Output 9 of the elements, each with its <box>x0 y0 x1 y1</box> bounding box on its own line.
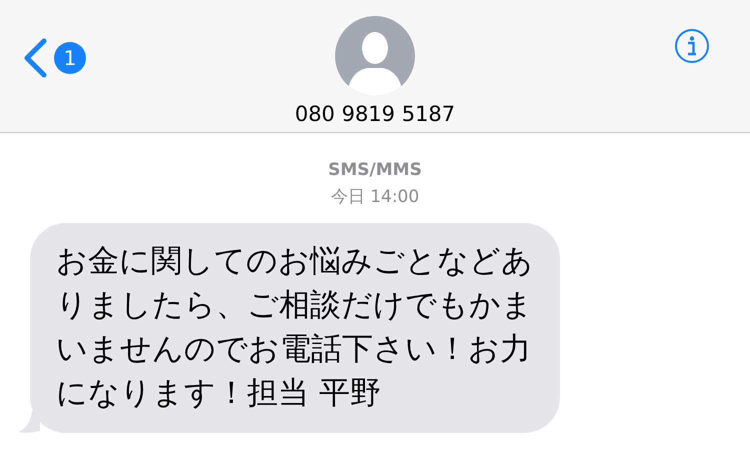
avatar-icon[interactable] <box>335 16 415 96</box>
message-bubble: お金に関してのお悩みごとなどありましたら、ご相談だけでもかまいませんのでお電話下さい！お力になります！担当 平野 <box>30 223 560 433</box>
back-chevron-icon[interactable] <box>22 38 48 78</box>
unread-count-badge[interactable]: 1 <box>54 42 86 74</box>
timestamp: 今日 14:00 <box>330 186 420 209</box>
service-label: SMS/MMS <box>328 159 422 182</box>
contact-number: 080 9819 5187 <box>294 102 456 126</box>
bubble-tail-icon <box>18 411 40 433</box>
info-icon[interactable] <box>674 28 710 64</box>
